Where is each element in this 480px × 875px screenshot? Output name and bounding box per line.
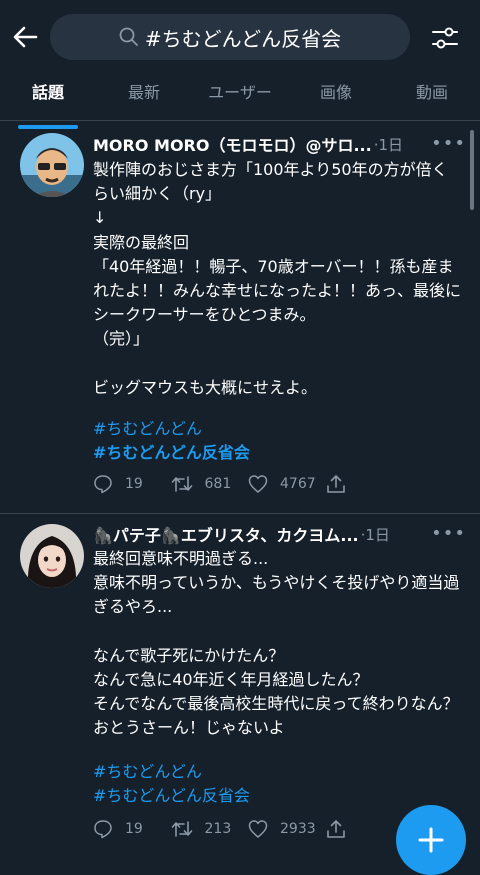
retweet-count: 681 bbox=[204, 476, 232, 492]
more-icon[interactable]: ••• bbox=[431, 523, 466, 544]
hashtags: #ちむどんどん #ちむどんどん反省会 bbox=[93, 760, 250, 808]
tweet-actions: 19 681 4767 bbox=[93, 472, 403, 496]
top-bar: #ちむどんどん反省会 bbox=[0, 0, 480, 76]
retweet-icon bbox=[171, 821, 192, 837]
share-icon bbox=[326, 820, 345, 838]
like-button[interactable]: 2933 bbox=[248, 819, 326, 839]
share-button[interactable] bbox=[326, 474, 404, 494]
share-icon bbox=[326, 475, 345, 493]
share-button[interactable] bbox=[326, 819, 404, 839]
plus-icon bbox=[418, 827, 444, 853]
reply-count: 19 bbox=[125, 821, 143, 837]
scrollbar[interactable] bbox=[470, 130, 474, 210]
like-icon bbox=[248, 820, 268, 838]
reply-icon bbox=[94, 475, 112, 494]
hashtags: #ちむどんどん #ちむどんどん反省会 bbox=[93, 417, 250, 465]
compose-tweet-button[interactable] bbox=[396, 805, 466, 875]
tab-top[interactable]: 話題 bbox=[0, 76, 96, 129]
avatar[interactable] bbox=[20, 524, 84, 588]
tweet-actions: 19 213 2933 bbox=[93, 817, 403, 841]
reply-icon bbox=[94, 820, 112, 839]
tweet-text: 製作陣のおじさま方「100年より50年の方が倍くらい細かく（ry」 ↓ 実際の最… bbox=[93, 160, 462, 397]
hashtag-link[interactable]: #ちむどんどん bbox=[93, 760, 250, 784]
more-icon[interactable]: ••• bbox=[431, 133, 466, 154]
tweet[interactable]: 🦍パテ子🦍エブリスタ、カクヨム... ·1日 ••• 最終回意味不明過ぎる...… bbox=[0, 514, 480, 863]
search-query: #ちむどんどん反省会 bbox=[144, 26, 342, 51]
like-count: 2933 bbox=[280, 821, 316, 837]
hashtag-link[interactable]: #ちむどんどん反省会 bbox=[93, 784, 250, 808]
search-input[interactable]: #ちむどんどん反省会 bbox=[50, 14, 410, 60]
tab-latest[interactable]: 最新 bbox=[96, 76, 192, 120]
retweet-icon bbox=[171, 476, 192, 492]
tweet[interactable]: MORO MORO（モロモロ）@サロ... ·1日 ••• 製作陣のおじさま方「… bbox=[0, 121, 480, 514]
display-name[interactable]: MORO MORO（モロモロ）@サロ... bbox=[93, 132, 372, 156]
reply-count: 19 bbox=[125, 476, 143, 492]
timestamp[interactable]: ·1日 bbox=[374, 134, 403, 155]
reply-button[interactable]: 19 bbox=[93, 474, 171, 494]
retweet-count: 213 bbox=[204, 821, 232, 837]
like-button[interactable]: 4767 bbox=[248, 474, 326, 494]
hashtag-link[interactable]: #ちむどんどん反省会 bbox=[93, 441, 250, 465]
tab-photos[interactable]: 画像 bbox=[288, 76, 384, 120]
retweet-button[interactable]: 213 bbox=[171, 819, 249, 839]
tab-people[interactable]: ユーザー bbox=[192, 76, 288, 120]
reply-button[interactable]: 19 bbox=[93, 819, 171, 839]
retweet-button[interactable]: 681 bbox=[171, 474, 249, 494]
tab-bar: 話題 最新 ユーザー 画像 動画 bbox=[0, 76, 480, 129]
timestamp[interactable]: ·1日 bbox=[361, 524, 390, 545]
like-count: 4767 bbox=[280, 476, 316, 492]
back-arrow-icon[interactable] bbox=[10, 22, 40, 52]
hashtag-link[interactable]: #ちむどんどん bbox=[93, 417, 250, 441]
tweet-header: 🦍パテ子🦍エブリスタ、カクヨム... ·1日 bbox=[93, 522, 466, 546]
search-icon bbox=[119, 27, 138, 46]
tweet-header: MORO MORO（モロモロ）@サロ... ·1日 bbox=[93, 132, 466, 156]
tweet-text: 最終回意味不明過ぎる... 意味不明っていうか、もうやけくそ投げやり適当過ぎるや… bbox=[93, 549, 460, 738]
display-name[interactable]: 🦍パテ子🦍エブリスタ、カクヨム... bbox=[93, 522, 359, 546]
like-icon bbox=[248, 475, 268, 493]
avatar[interactable] bbox=[20, 133, 84, 197]
tab-videos[interactable]: 動画 bbox=[384, 76, 480, 120]
filter-icon[interactable] bbox=[430, 23, 460, 53]
